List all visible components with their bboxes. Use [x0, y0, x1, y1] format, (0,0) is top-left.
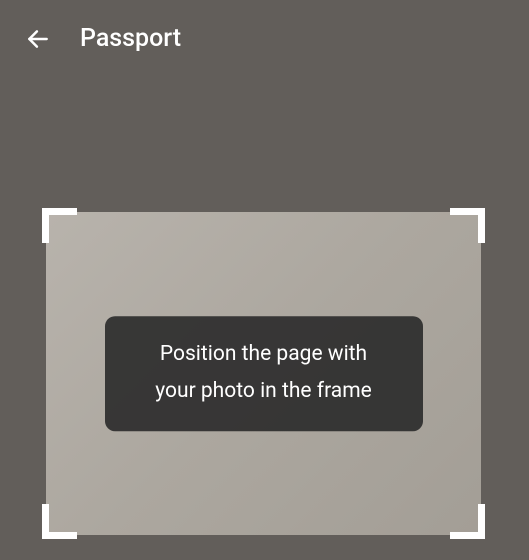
- frame-corner-top-right: [450, 208, 485, 243]
- frame-corner-top-left: [42, 208, 77, 243]
- frame-corner-bottom-right: [450, 504, 485, 539]
- camera-scan-frame: Position the page with your photo in the…: [46, 212, 481, 535]
- frame-corner-bottom-left: [42, 504, 77, 539]
- instruction-text-line1: Position the page with: [133, 336, 395, 374]
- back-arrow-icon[interactable]: [24, 25, 52, 53]
- instruction-overlay: Position the page with your photo in the…: [105, 316, 423, 432]
- instruction-text-line2: your photo in the frame: [133, 374, 395, 412]
- header: Passport: [0, 0, 529, 77]
- page-title: Passport: [80, 24, 181, 53]
